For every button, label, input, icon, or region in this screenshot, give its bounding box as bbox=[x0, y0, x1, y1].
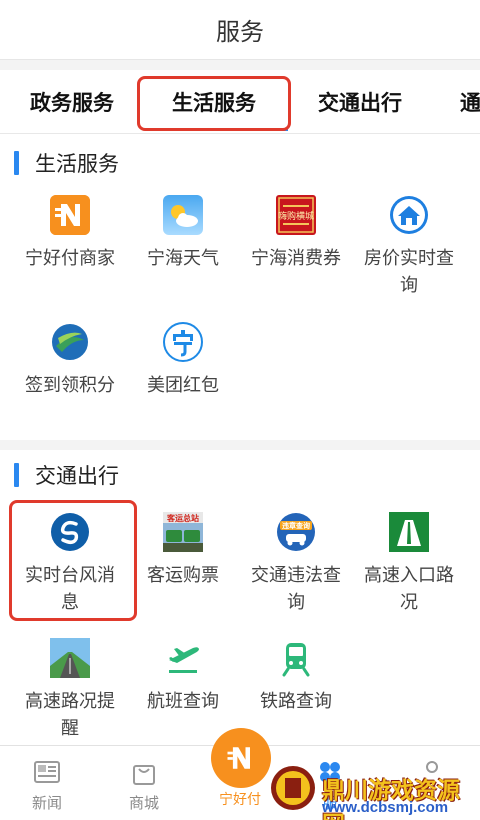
tab-highlight-box bbox=[137, 76, 291, 131]
tab-more-partial[interactable]: 通 bbox=[460, 70, 480, 133]
section-divider bbox=[0, 440, 480, 450]
section-label: 交通出行 bbox=[35, 465, 119, 488]
tabbar-news[interactable]: 新闻 bbox=[17, 756, 77, 813]
section-title-life: 生活服务 bbox=[0, 143, 480, 183]
service-consumer-coupon[interactable]: 嗨购横城 宁海消费券 bbox=[236, 195, 356, 272]
checkin-points-icon bbox=[50, 322, 90, 362]
page-header: 服务 bbox=[0, 0, 480, 60]
service-label: 交通违法查询 bbox=[251, 565, 341, 612]
tabbar-label: 商城 bbox=[128, 795, 159, 812]
service-flight[interactable]: 航班查询 bbox=[123, 638, 243, 715]
tabbar-mall[interactable]: 商城 bbox=[114, 756, 174, 813]
service-traffic-violation[interactable]: 违章查询 交通违法查询 bbox=[236, 512, 356, 616]
section-title-traffic: 交通出行 bbox=[0, 455, 480, 495]
tabbar-label: 新闻 bbox=[31, 795, 62, 812]
shopping-bag-icon bbox=[128, 756, 160, 788]
tab-traffic[interactable]: 交通出行 bbox=[318, 70, 402, 133]
service-house-price[interactable]: 房价实时查询 bbox=[349, 195, 469, 299]
flight-icon bbox=[163, 638, 203, 678]
page-title: 服务 bbox=[216, 19, 264, 46]
service-label: 高速入口路况 bbox=[364, 565, 454, 612]
service-label: 铁路查询 bbox=[260, 691, 332, 711]
traffic-violation-icon: 违章查询 bbox=[276, 512, 316, 552]
coupon-icon: 嗨购横城 bbox=[276, 195, 316, 235]
ning-pay-logo-icon bbox=[227, 747, 250, 769]
service-highway-alert[interactable]: 高速路况提醒 bbox=[10, 638, 130, 742]
section-marker bbox=[14, 151, 19, 175]
highway-alert-icon bbox=[50, 638, 90, 678]
railway-icon bbox=[276, 638, 316, 678]
tab-government-services[interactable]: 政务服务 bbox=[30, 70, 114, 133]
service-label: 美团红包 bbox=[147, 375, 219, 395]
service-checkin-points[interactable]: 签到领积分 bbox=[10, 322, 130, 399]
service-bus-ticket[interactable]: 客运总站 客运购票 bbox=[123, 512, 243, 589]
tabbar-ning-pay-button[interactable] bbox=[211, 728, 271, 788]
service-label: 房价实时查询 bbox=[364, 248, 454, 295]
news-icon bbox=[31, 756, 63, 788]
header-spacer bbox=[0, 60, 480, 70]
service-label: 宁海消费券 bbox=[251, 248, 341, 268]
ning-pay-merchant-icon bbox=[50, 195, 90, 235]
service-ning-pay-merchant[interactable]: 宁好付商家 bbox=[10, 195, 130, 272]
service-label: 签到领积分 bbox=[25, 375, 115, 395]
service-meituan-redpacket[interactable]: 美团红包 bbox=[123, 322, 243, 399]
service-highway-entrance[interactable]: 高速入口路况 bbox=[349, 512, 469, 616]
coupon-icon-text: 嗨购横城 bbox=[278, 210, 314, 222]
meituan-redpacket-icon bbox=[163, 322, 203, 362]
section-label: 生活服务 bbox=[35, 153, 119, 176]
service-label: 航班查询 bbox=[147, 691, 219, 711]
service-label: 高速路况提醒 bbox=[25, 691, 115, 738]
violation-icon-text: 违章查询 bbox=[282, 521, 310, 530]
watermark-logo-icon bbox=[271, 766, 315, 810]
service-label: 宁好付商家 bbox=[25, 248, 115, 268]
service-label: 宁海天气 bbox=[147, 248, 219, 268]
watermark: 鼎川游戏资源网 www.dcbsmj.com bbox=[268, 757, 480, 820]
highway-entrance-icon bbox=[389, 512, 429, 552]
watermark-url: www.dcbsmj.com bbox=[322, 799, 449, 816]
typhoon-highlight-box bbox=[9, 500, 137, 621]
weather-icon bbox=[163, 195, 203, 235]
bus-ticket-icon: 客运总站 bbox=[163, 512, 203, 552]
bus-icon-text: 客运总站 bbox=[166, 513, 199, 523]
house-price-icon bbox=[389, 195, 429, 235]
section-marker bbox=[14, 463, 19, 487]
service-weather[interactable]: 宁海天气 bbox=[123, 195, 243, 272]
service-label: 客运购票 bbox=[147, 565, 219, 585]
service-railway[interactable]: 铁路查询 bbox=[236, 638, 356, 715]
